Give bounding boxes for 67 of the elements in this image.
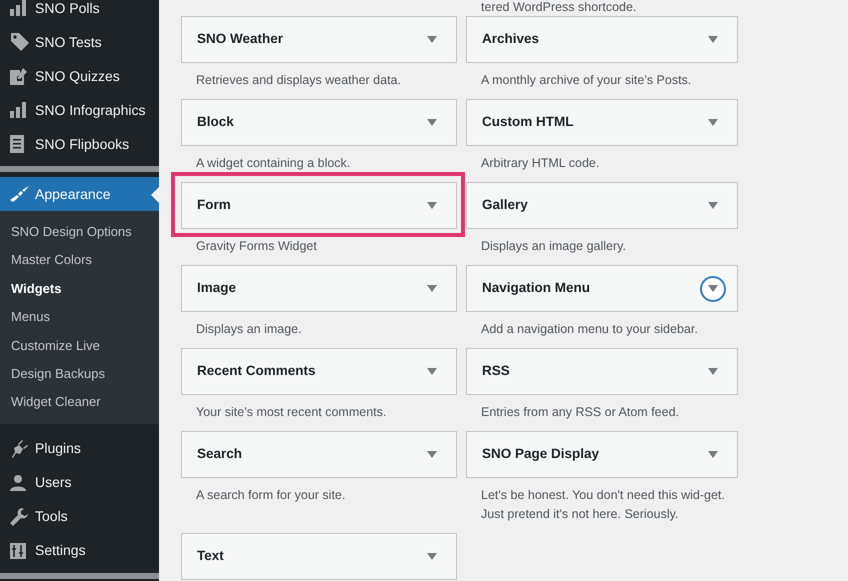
widget-description: A monthly archive of your site’s Posts. [480, 72, 692, 89]
widget-item[interactable]: Recent Comments [181, 348, 457, 395]
caret-icon [708, 368, 718, 375]
toggle-button[interactable] [701, 276, 725, 300]
submenu-item[interactable]: Design Backups [0, 360, 159, 388]
sliders-icon [10, 542, 26, 559]
widget-item[interactable]: SNO Weather [181, 16, 457, 63]
document-icon [10, 135, 24, 153]
plug-icon [10, 440, 28, 458]
submenu-item[interactable]: Master Colors [0, 246, 159, 275]
menu-item[interactable]: Plugins [0, 432, 159, 466]
menu-item[interactable]: Users [0, 466, 159, 500]
widget-item[interactable]: Search [181, 431, 457, 478]
widget-item[interactable]: Gallery [466, 182, 738, 229]
caret-icon [427, 553, 437, 560]
submenu-item[interactable]: Widget Cleaner [0, 388, 159, 417]
widget-description: Entries from any RSS or Atom feed. [480, 404, 680, 421]
widget-description: Gravity Forms Widget [195, 238, 318, 255]
menu-item[interactable]: SNO Polls [0, 0, 159, 25]
widget-description: Arbitrary HTML code. [480, 155, 600, 172]
caret-icon [708, 36, 718, 43]
widget-item[interactable]: SNO Page Display [466, 431, 738, 478]
wrench-icon [10, 508, 28, 526]
menu-item[interactable]: SNO Flipbooks [0, 127, 159, 161]
widget-item[interactable]: Custom HTML [466, 99, 738, 146]
submenu-item[interactable]: Menus [0, 303, 159, 332]
bar-chart-icon [10, 102, 26, 118]
widget-description: A search form for your site. [195, 487, 346, 504]
submenu-item[interactable]: SNO Design Options [0, 218, 159, 246]
paintbrush-icon [10, 185, 30, 203]
bar-chart-icon [10, 0, 26, 16]
widget-item[interactable]: Form [181, 182, 457, 229]
widget-item[interactable]: RSS [466, 348, 738, 395]
caret-icon [427, 368, 437, 375]
widget-item[interactable]: Archives [466, 16, 738, 63]
caret-icon [427, 119, 437, 126]
widget-description: A widget containing a block. [195, 155, 352, 172]
widget-description: Your site’s most recent comments. [195, 404, 388, 421]
user-icon [10, 474, 26, 491]
menu-item[interactable]: Appearance [0, 177, 159, 211]
caret-icon [427, 202, 437, 209]
widget-item[interactable]: Text [181, 533, 457, 580]
menu-item[interactable]: SNO Tests [0, 25, 159, 59]
widget-description: Let's be honest. You don't need this wid-get. Just pretend it's not here. Seriously. [480, 487, 726, 523]
widget-description: Displays an image. [195, 321, 303, 338]
caret-icon [427, 36, 437, 43]
caret-icon [708, 451, 718, 458]
submenu-item[interactable]: Widgets [0, 274, 159, 304]
caret-icon [708, 202, 718, 209]
widget-description: Retrieves and displays weather data. [195, 72, 402, 89]
caret-icon [708, 119, 718, 126]
widget-item[interactable]: Navigation Menu [466, 265, 738, 312]
caret-icon [427, 285, 437, 292]
widget-item[interactable]: Block [181, 99, 457, 146]
menu-item[interactable]: Tools [0, 500, 159, 534]
caret-icon [708, 285, 718, 292]
menu-item[interactable]: SNO Infographics [0, 93, 159, 127]
menu-item[interactable]: SNO Quizzes [0, 59, 159, 93]
widget-description: Displays an image gallery. [480, 238, 627, 255]
submenu-item[interactable]: Customize Live [0, 332, 159, 360]
widget-description: tered WordPress shortcode. [480, 0, 638, 14]
tag-icon [10, 32, 30, 52]
widget-item[interactable]: Image [181, 265, 457, 312]
caret-icon [427, 451, 437, 458]
menu-item[interactable]: Settings [0, 534, 159, 568]
edit-icon [10, 67, 28, 85]
widget-description: Add a navigation menu to your sidebar. [480, 321, 699, 338]
